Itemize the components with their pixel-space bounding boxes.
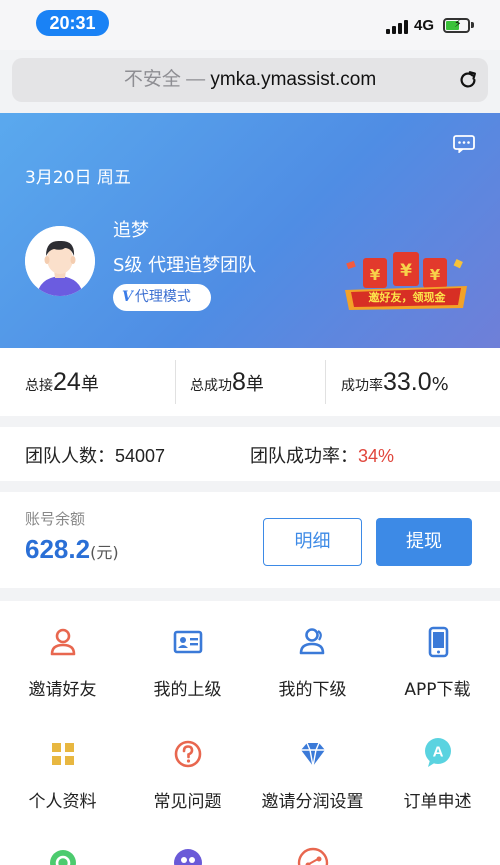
menu-item-app-download[interactable]: APP下载 (375, 601, 500, 711)
stat-rate-label: 成功率 (341, 378, 383, 394)
stat-success-unit: 单 (245, 374, 264, 395)
team-count-label: 团队人数： (25, 446, 115, 467)
balance-label: 账号余额 (25, 510, 86, 528)
diamond-icon (301, 742, 325, 767)
url-host: ymka.ymassist.com (210, 69, 377, 90)
team-count-value: 54007 (115, 446, 166, 466)
menu-label: 个人资料 (28, 792, 97, 812)
user-level: S级 代理追梦团队 (113, 255, 257, 276)
stat-total-value: 24 (53, 368, 81, 396)
menu-label: 我的上级 (153, 680, 222, 700)
stat-success-label: 总成功 (190, 378, 232, 394)
agent-mode-badge[interactable]: V 代理模式 (113, 284, 211, 311)
team-rate: 团队成功率：34% (250, 442, 394, 468)
menu-item-partial[interactable] (125, 845, 250, 865)
withdraw-button[interactable]: 提现 (376, 518, 472, 566)
svg-text:A: A (433, 744, 444, 761)
stat-rate-unit: % (431, 374, 449, 395)
invite-promo-banner[interactable]: ¥ ¥ ¥ 邀好友，领现金 (343, 250, 469, 312)
menu-item-partial[interactable] (250, 845, 375, 865)
menu-item-partial[interactable] (0, 845, 125, 865)
partial-green-icon (50, 850, 76, 865)
envelope-symbol-1: ¥ (370, 266, 381, 284)
network-label: 4G (414, 17, 435, 34)
grid-icon (52, 743, 74, 765)
menu-item-my-subordinates[interactable]: 我的下级 (250, 601, 375, 711)
menu-item-faq[interactable]: 常见问题 (125, 726, 250, 836)
menu-item-personal-info[interactable]: 个人资料 (0, 726, 125, 836)
detail-button[interactable]: 明细 (263, 518, 362, 566)
status-time: 20:31 (36, 10, 109, 36)
partial-share-icon (297, 847, 329, 865)
menu-item-order-appeal[interactable]: A 订单申述 (375, 726, 500, 836)
team-rate-label: 团队成功率： (250, 446, 358, 467)
battery-tip (471, 22, 474, 28)
team-rate-value: 34% (358, 446, 395, 466)
agent-mode-label: 代理模式 (134, 289, 191, 305)
team-count: 团队人数：54007 (25, 442, 165, 468)
stat-success-value: 8 (232, 368, 246, 396)
feature-menu: 邀请好友 我的上级 我的下级 APP下载 个人资料 常见问题 邀请分润设置 A … (0, 601, 500, 865)
url-text: 不安全 — ymka.ymassist.com (12, 58, 488, 102)
menu-label: APP下载 (404, 680, 471, 700)
date-label: 3月20日 周五 (25, 168, 131, 188)
menu-item-commission-settings[interactable]: 邀请分润设置 (250, 726, 375, 836)
envelope-symbol-3: ¥ (430, 266, 441, 284)
stat-total-label: 总接 (25, 378, 53, 394)
agent-mode-mark: V (122, 289, 133, 305)
stat-divider (325, 360, 326, 404)
stat-total-unit: 单 (80, 374, 99, 395)
status-bar: 20:31 4G ⚡ (0, 0, 500, 50)
menu-label: 邀请好友 (28, 680, 97, 700)
person-icon (50, 628, 76, 656)
menu-label: 我的下级 (278, 680, 347, 700)
reload-icon[interactable] (457, 69, 479, 91)
question-icon (174, 740, 202, 768)
menu-item-invite-friends[interactable]: 邀请好友 (0, 601, 125, 711)
message-icon[interactable] (453, 135, 475, 153)
balance-value: 628.2(元) (25, 534, 119, 565)
stat-rate: 成功率 33.0 % (341, 348, 449, 416)
team-row: 团队人数：54007 团队成功率：34% (0, 427, 500, 481)
balance-amount: 628.2 (25, 534, 91, 564)
avatar[interactable] (25, 226, 95, 296)
stats-row: 总接 24 单 总成功 8 单 成功率 33.0 % (0, 348, 500, 416)
balance-card: 账号余额 628.2(元) 明细 提现 (0, 492, 500, 588)
id-card-icon (173, 630, 203, 654)
signal-icon (386, 20, 408, 34)
user-name: 追梦 (113, 220, 149, 241)
stat-total: 总接 24 单 (25, 348, 99, 416)
chat-a-icon: A (425, 738, 451, 767)
address-bar[interactable]: 不安全 — ymka.ymassist.com (12, 58, 488, 102)
menu-item-my-superior[interactable]: 我的上级 (125, 601, 250, 711)
partial-purple-icon (174, 849, 202, 865)
menu-label: 订单申述 (403, 792, 472, 812)
phone-icon (428, 626, 449, 658)
menu-label: 邀请分润设置 (261, 792, 364, 812)
envelope-symbol-2: ¥ (400, 261, 412, 281)
menu-label: 常见问题 (153, 792, 222, 812)
stat-success: 总成功 8 单 (190, 348, 264, 416)
users-icon (299, 628, 325, 655)
balance-unit: (元) (90, 543, 119, 562)
promo-text: 邀好友，领现金 (368, 291, 446, 304)
insecure-label: 不安全 — (123, 69, 206, 90)
stat-rate-value: 33.0 (383, 368, 432, 396)
battery-icon: ⚡ (443, 17, 470, 33)
stat-divider (175, 360, 176, 404)
avatar-icon (25, 226, 95, 296)
